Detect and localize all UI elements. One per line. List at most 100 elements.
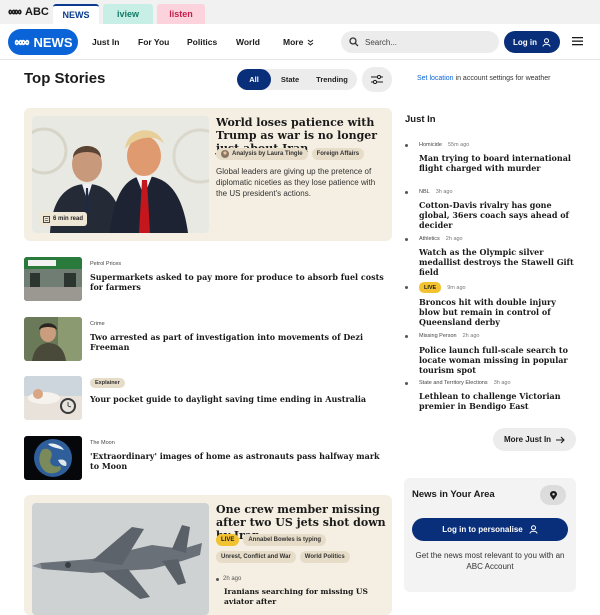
just-in-meta: Athletics 2h ago <box>419 236 463 242</box>
featured-story-image[interactable]: 6 min read <box>32 116 209 233</box>
featured-story-image[interactable] <box>32 503 209 615</box>
set-location-link[interactable]: Set location <box>417 75 454 82</box>
story-thumbnail[interactable] <box>24 317 82 361</box>
article-icon <box>43 215 50 223</box>
abc-logo[interactable]: ABC <box>8 6 49 18</box>
just-in-headline[interactable]: Broncos hit with double injury blow but … <box>419 297 579 327</box>
list-item[interactable]: The Moon 'Extraordinary' images of home … <box>24 436 392 480</box>
login-label: Log in <box>513 37 537 47</box>
just-in-headline[interactable]: Watch as the Olympic silver medallist de… <box>419 247 579 277</box>
just-in-meta: Missing Person 2h ago <box>419 333 479 339</box>
just-in-category[interactable]: Athletics <box>419 236 440 242</box>
featured-story-card[interactable]: One crew member missing after two US jet… <box>24 495 392 615</box>
nav-world[interactable]: World <box>236 37 260 47</box>
author-avatar <box>221 150 229 158</box>
story-category[interactable]: Crime <box>90 321 105 327</box>
featured-story-tags: Analysis by Laura Tingle Foreign Affairs <box>216 148 365 160</box>
just-in-heading: Just In <box>405 114 436 125</box>
topic-tag-world-politics[interactable]: World Politics <box>299 551 350 563</box>
just-in-category[interactable]: NBL <box>419 189 430 195</box>
login-button[interactable]: Log in <box>504 31 560 53</box>
live-badge: LIVE <box>216 534 240 546</box>
story-category[interactable]: Petrol Prices <box>90 261 121 267</box>
topic-tag-conflict[interactable]: Unrest, Conflict and War <box>216 551 296 563</box>
just-in-meta: State and Territory Elections 3h ago <box>419 380 511 386</box>
just-in-time: 2h ago <box>445 236 463 242</box>
just-in-headline[interactable]: Cotton-Davis rivalry has gone global, 36… <box>419 200 579 230</box>
nav-just-in[interactable]: Just In <box>92 37 119 47</box>
read-time-label: 6 min read <box>53 216 84 222</box>
login-to-personalise-button[interactable]: Log in to personalise <box>412 518 568 541</box>
search-placeholder: Search... <box>365 37 398 47</box>
news-in-area-panel: News in Your Area Log in to personalise … <box>404 478 576 592</box>
just-in-time: 3h ago <box>493 380 511 386</box>
login-to-personalise-label: Log in to personalise <box>442 525 523 534</box>
just-in-headline[interactable]: Man trying to board international flight… <box>419 153 579 173</box>
nav-politics[interactable]: Politics <box>187 37 217 47</box>
list-item[interactable]: Crime Two arrested as part of investigat… <box>24 317 392 361</box>
explainer-tag[interactable]: Explainer <box>90 378 125 388</box>
site-header: NEWS Just In For You Politics World More… <box>0 24 600 60</box>
just-in-time: 2h ago <box>462 333 480 339</box>
filter-state[interactable]: State <box>275 69 305 90</box>
abc-lissajous-icon <box>8 9 22 15</box>
byline-label: Analysis by Laura Tingle <box>232 151 303 157</box>
story-thumbnail[interactable] <box>24 257 82 301</box>
list-item[interactable]: Petrol Prices Supermarkets asked to pay … <box>24 257 392 301</box>
tab-iview[interactable]: iview <box>103 4 153 24</box>
featured-story-tags: LIVE Annabel Bowles is typing <box>216 534 327 546</box>
bullet-icon <box>405 144 408 147</box>
story-headline[interactable]: 'Extraordinary' images of home as astron… <box>90 451 390 471</box>
abc-news-logo[interactable]: NEWS <box>8 29 78 55</box>
live-badge: LIVE <box>419 282 442 293</box>
story-headline[interactable]: Supermarkets asked to pay more for produ… <box>90 272 390 292</box>
just-in-time: 3h ago <box>435 189 453 195</box>
filter-trending[interactable]: Trending <box>311 69 353 90</box>
arrow-right-icon <box>556 436 565 443</box>
more-just-in-button[interactable]: More Just In <box>493 428 576 451</box>
bullet-icon <box>405 191 408 194</box>
abc-lissajous-icon <box>14 39 29 45</box>
nav-more[interactable]: More <box>283 37 314 47</box>
search-input[interactable]: Search... <box>341 31 499 53</box>
featured-story-card[interactable]: 6 min read World loses patience with Tru… <box>24 108 392 241</box>
list-item[interactable]: Explainer Your pocket guide to daylight … <box>24 376 392 420</box>
news-logo-text: NEWS <box>33 34 73 50</box>
page-title: Top Stories <box>24 70 106 87</box>
just-in-category[interactable]: Homicide <box>419 142 442 148</box>
byline-tag[interactable]: Analysis by Laura Tingle <box>216 148 308 160</box>
nav-for-you[interactable]: For You <box>138 37 169 47</box>
weather-prompt: Set location in account settings for wea… <box>417 75 550 82</box>
weather-prompt-text: in account settings for weather <box>453 75 551 82</box>
just-in-category[interactable]: Missing Person <box>419 333 457 339</box>
story-thumbnail[interactable] <box>24 436 82 480</box>
live-update-headline[interactable]: Iranians searching for missing US aviato… <box>224 587 389 607</box>
filter-all[interactable]: All <box>237 69 271 90</box>
search-icon <box>349 37 359 47</box>
story-filter-group: All State Trending <box>237 69 357 90</box>
section-tag[interactable]: Foreign Affairs <box>311 148 365 160</box>
tab-listen[interactable]: listen <box>157 4 205 24</box>
hamburger-menu-icon[interactable] <box>572 36 583 46</box>
just-in-headline[interactable]: Lethlean to challenge Victorian premier … <box>419 391 579 411</box>
location-button[interactable] <box>540 485 566 505</box>
abc-brand-text: ABC <box>25 6 49 18</box>
story-thumbnail[interactable] <box>24 376 82 420</box>
network-bar: ABC NEWS iview listen <box>0 0 600 24</box>
byline-tag[interactable]: Annabel Bowles is typing <box>243 534 327 546</box>
tab-news[interactable]: NEWS <box>53 4 99 24</box>
just-in-meta: NBL 3h ago <box>419 189 453 195</box>
nav-more-label: More <box>283 37 304 47</box>
filter-settings-button[interactable] <box>362 67 392 92</box>
just-in-category[interactable]: State and Territory Elections <box>419 380 488 386</box>
story-timestamp: 2h ago <box>216 576 241 582</box>
more-just-in-label: More Just In <box>503 435 552 444</box>
story-headline[interactable]: Two arrested as part of investigation in… <box>90 332 390 352</box>
topic-tags: Unrest, Conflict and War World Politics <box>216 551 350 563</box>
story-category[interactable]: The Moon <box>90 440 115 446</box>
read-time-badge: 6 min read <box>39 212 88 226</box>
story-headline[interactable]: Your pocket guide to daylight saving tim… <box>90 394 390 404</box>
news-in-area-heading: News in Your Area <box>412 489 495 500</box>
just-in-time: 9m ago <box>447 284 466 291</box>
just-in-headline[interactable]: Police launch full-scale search to locat… <box>419 345 579 375</box>
